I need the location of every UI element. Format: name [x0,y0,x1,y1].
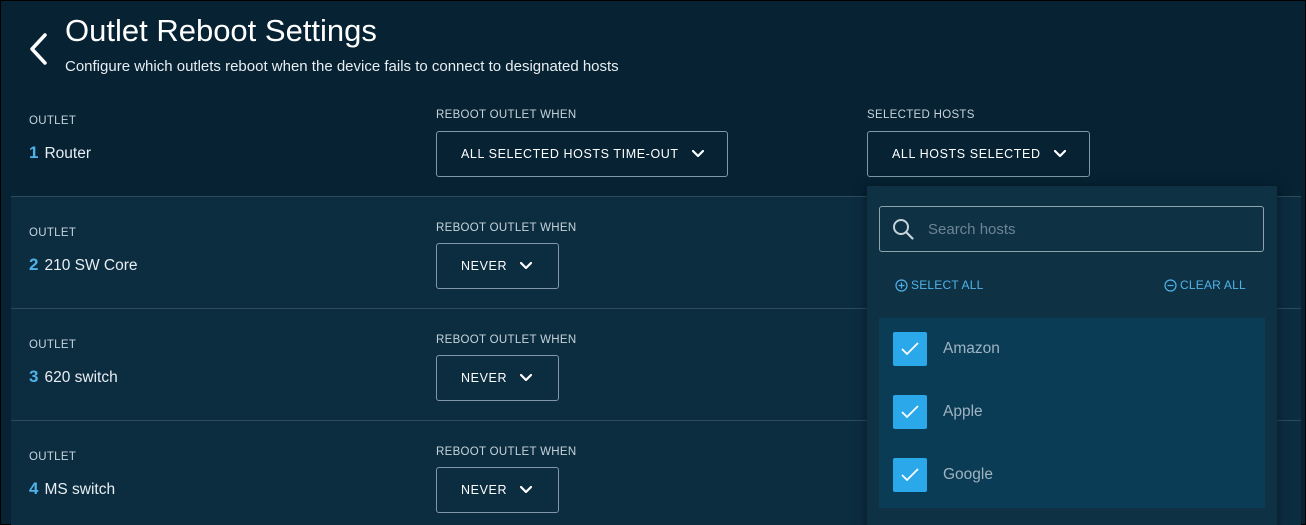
outlet-name: 1 Router [29,143,91,163]
minus-circle-icon [1164,278,1177,292]
selected-hosts-dropdown[interactable]: ALL HOSTS SELECTED [867,131,1090,177]
outlet-number: 4 [29,479,39,498]
outlet-label: 210 SW Core [44,257,138,274]
search-input[interactable] [928,220,1248,238]
host-checkbox[interactable] [893,332,927,366]
reboot-when-dropdown[interactable]: ALL SELECTED HOSTS TIME-OUT [436,131,728,177]
host-item-amazon[interactable]: Amazon [879,318,1265,380]
dropdown-value: ALL SELECTED HOSTS TIME-OUT [461,147,679,161]
dropdown-value: NEVER [461,259,508,273]
host-item-apple[interactable]: Apple [879,381,1265,443]
host-list: Amazon Apple Google [879,318,1265,508]
reboot-when-column-label: REBOOT OUTLET WHEN [436,109,577,121]
host-checkbox[interactable] [893,395,927,429]
host-checkbox[interactable] [893,458,927,492]
back-button[interactable] [25,29,51,69]
page-subtitle: Configure which outlets reboot when the … [65,58,619,75]
outlet-number: 3 [29,367,39,386]
search-box[interactable] [879,206,1264,252]
outlet-column-label: OUTLET [29,227,77,239]
dropdown-value: NEVER [461,371,508,385]
outlet-number: 1 [29,143,39,162]
dropdown-value: ALL HOSTS SELECTED [892,147,1041,161]
chevron-down-icon [519,373,533,382]
outlet-name: 2 210 SW Core [29,255,138,275]
reboot-when-dropdown[interactable]: NEVER [436,355,559,401]
selected-hosts-column-label: SELECTED HOSTS [867,109,975,121]
host-label: Google [943,466,993,483]
outlet-number: 2 [29,255,39,274]
outlet-label: 620 switch [44,369,118,386]
page-header: Outlet Reboot Settings Configure which o… [11,1,1301,99]
clear-all-button[interactable]: CLEAR ALL [1164,278,1246,292]
select-all-label: SELECT ALL [911,278,984,292]
host-label: Apple [943,403,983,420]
page-frame: Outlet Reboot Settings Configure which o… [0,0,1306,525]
check-icon [901,405,919,419]
host-item-google[interactable]: Google [879,444,1265,506]
plus-circle-icon [895,278,908,292]
reboot-when-column-label: REBOOT OUTLET WHEN [436,222,577,234]
check-icon [901,342,919,356]
hosts-popover: SELECT ALL CLEAR ALL Amazon Apple [867,186,1277,525]
chevron-down-icon [519,261,533,270]
reboot-when-column-label: REBOOT OUTLET WHEN [436,446,577,458]
chevron-down-icon [519,485,533,494]
chevron-down-icon [691,149,704,158]
page-title: Outlet Reboot Settings [65,13,377,48]
outlet-name: 4 MS switch [29,479,115,499]
chevron-left-icon [30,33,47,65]
outlet-label: MS switch [44,481,116,498]
check-icon [901,468,919,482]
outlet-column-label: OUTLET [29,339,77,351]
host-label: Amazon [943,340,1000,357]
outlet-column-label: OUTLET [29,451,77,463]
outlet-label: Router [44,145,91,162]
dropdown-value: NEVER [461,483,508,497]
search-icon [893,219,914,240]
reboot-when-dropdown[interactable]: NEVER [436,243,559,289]
outlet-name: 3 620 switch [29,367,118,387]
select-all-button[interactable]: SELECT ALL [895,278,984,292]
reboot-when-dropdown[interactable]: NEVER [436,467,559,513]
outlet-row-1: OUTLET 1 Router REBOOT OUTLET WHEN ALL SE… [11,99,1301,197]
chevron-down-icon [1053,149,1066,158]
outlet-column-label: OUTLET [29,115,77,127]
clear-all-label: CLEAR ALL [1180,278,1246,292]
reboot-when-column-label: REBOOT OUTLET WHEN [436,334,577,346]
